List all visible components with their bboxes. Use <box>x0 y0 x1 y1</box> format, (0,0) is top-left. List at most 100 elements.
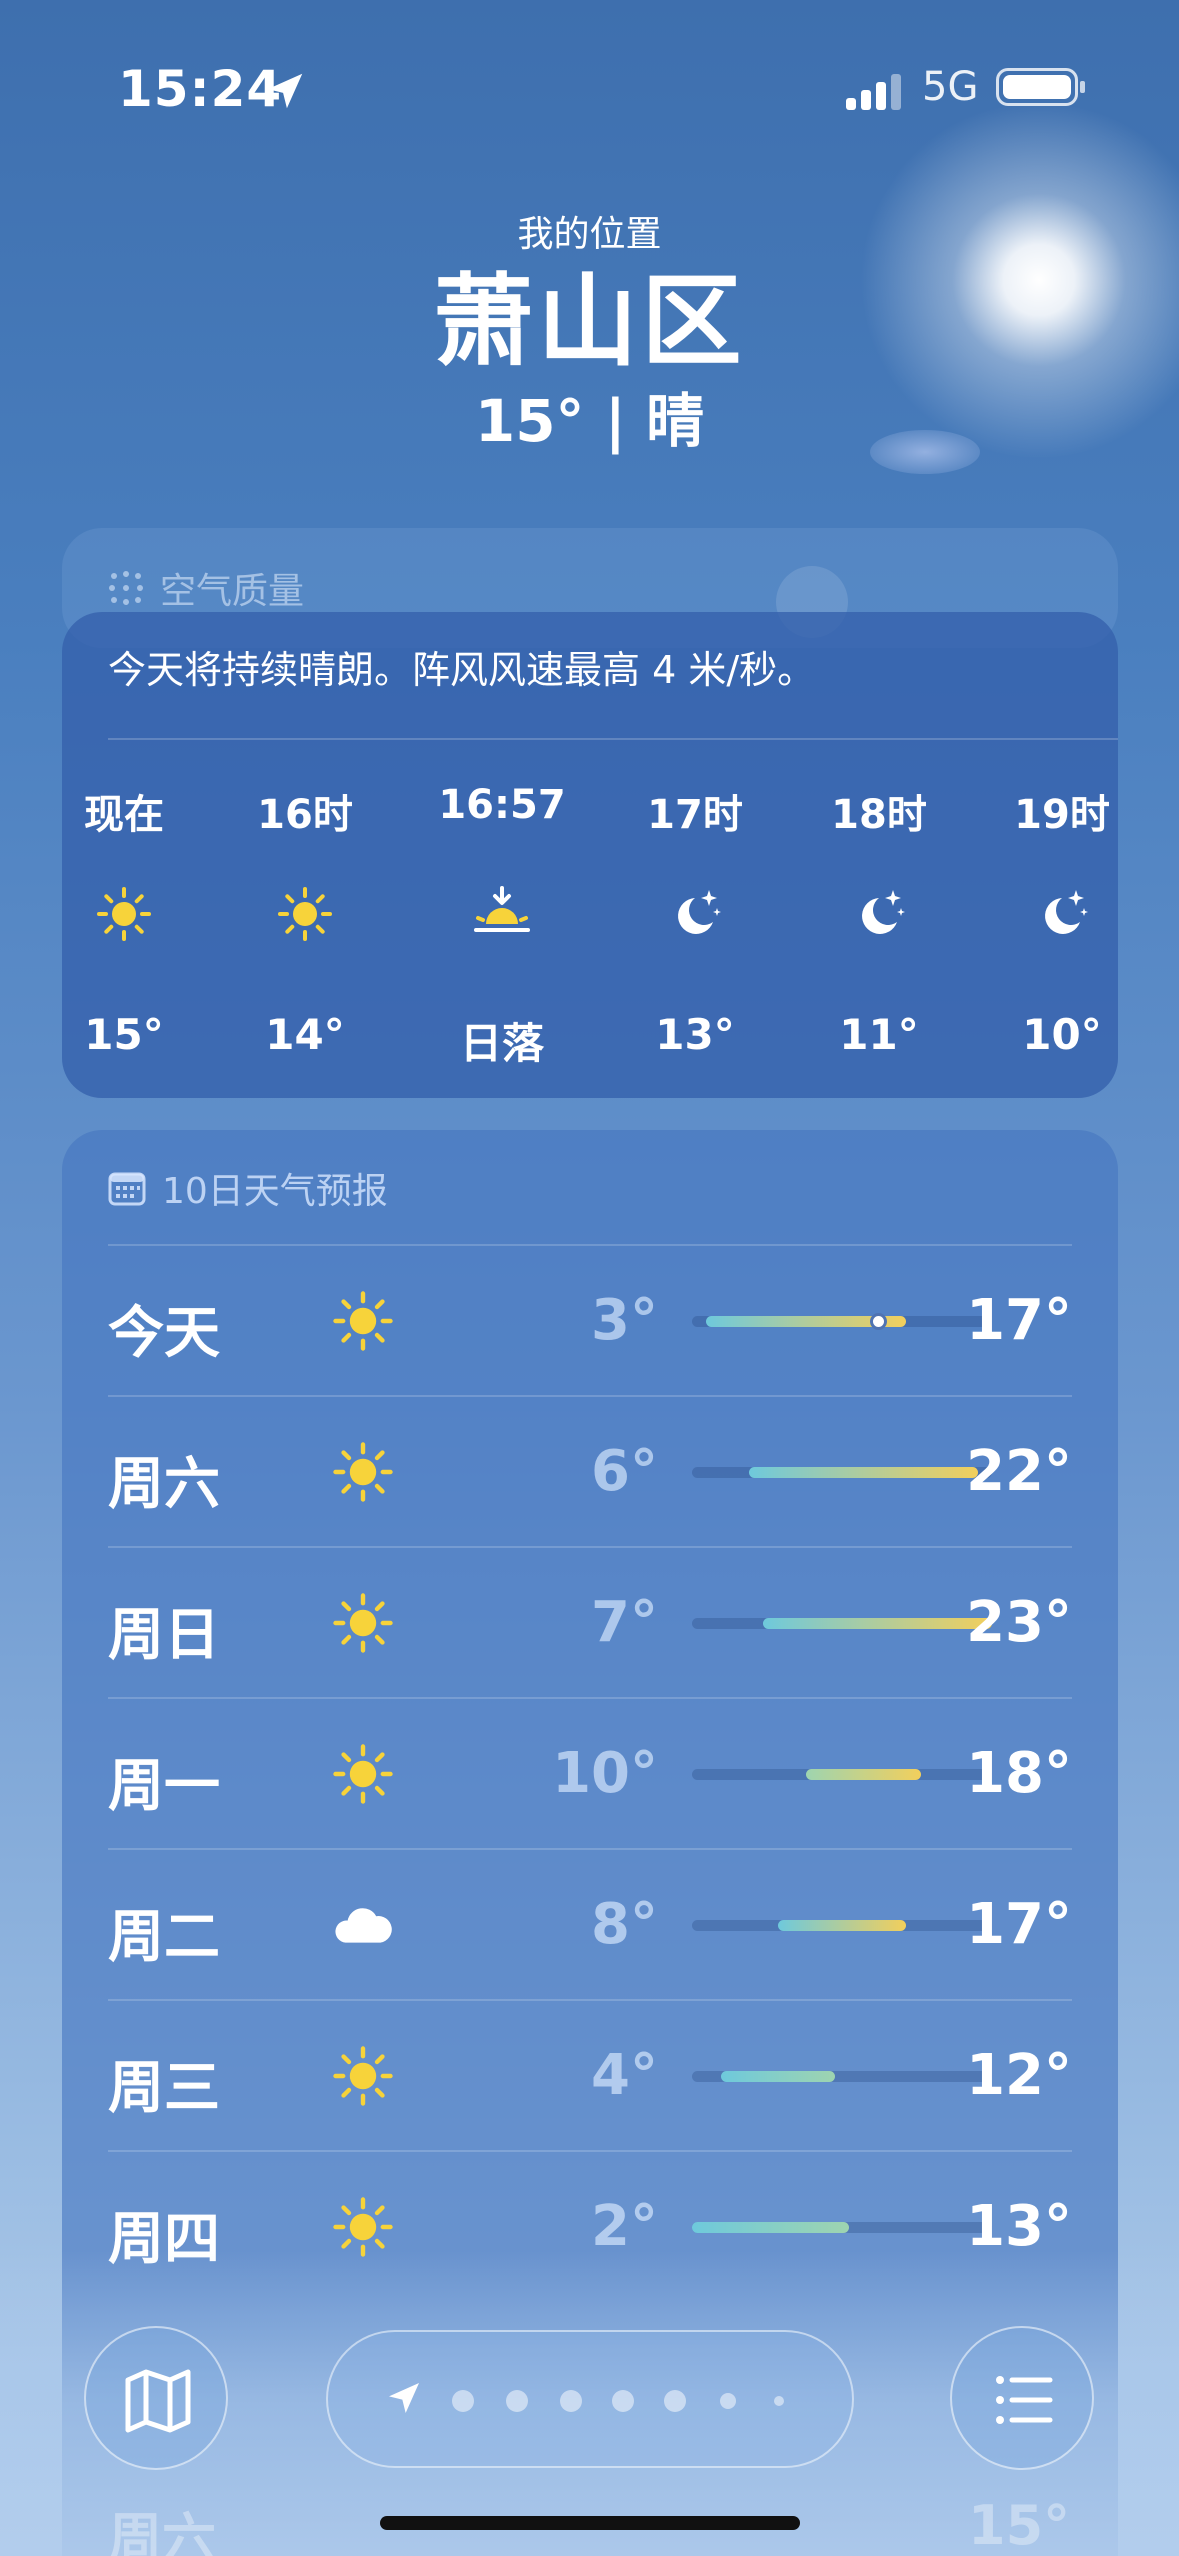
moon-stars-icon <box>678 890 721 934</box>
current-condition: 15° | 晴 <box>474 387 705 455</box>
day-row[interactable]: 周日 7° 23° <box>108 1546 1072 1699</box>
day-low: 6° <box>591 1439 658 1504</box>
hour-temp: 14° <box>265 1010 345 1059</box>
day-high: 18° <box>966 1741 1072 1806</box>
hour-item: 16时 14° <box>215 752 395 1098</box>
weather-screen: 15:24 5G 我的位置 萧山区 15° | 晴 空气质量 今天将持续晴朗。阵… <box>0 0 1179 2556</box>
page-dot <box>612 2390 634 2412</box>
page-dot <box>720 2393 736 2409</box>
page-dot <box>774 2396 784 2406</box>
temp-range-bar <box>749 1467 978 1478</box>
hour-label: 17时 <box>647 792 743 838</box>
sun-icon <box>333 1291 393 1351</box>
day-high: 17° <box>966 1892 1072 1957</box>
cloud-icon <box>335 1908 392 1943</box>
cellular-signal-icon <box>846 74 901 110</box>
day-row[interactable]: 周二 8° 17° <box>108 1848 1072 2001</box>
battery-icon <box>996 68 1085 106</box>
forecast-summary: 今天将持续晴朗。阵风风速最高 4 米/秒。 <box>108 648 816 692</box>
day-low: 8° <box>591 1892 658 1957</box>
page-dot <box>560 2390 582 2412</box>
hour-item: 18时 11° <box>789 752 969 1098</box>
day-name: 周二 <box>108 1905 220 1970</box>
hour-item: 16:57 日落 <box>412 752 592 1098</box>
page-dot <box>452 2390 474 2412</box>
location-header: 我的位置 萧山区 15° | 晴 <box>0 210 1179 458</box>
current-temp-marker <box>869 1313 887 1330</box>
moon-stars-icon <box>862 890 905 934</box>
day-low: 3° <box>591 1288 658 1353</box>
calendar-icon <box>108 1172 146 1206</box>
sun-icon <box>333 1442 393 1502</box>
day-low: 4° <box>591 2043 658 2108</box>
temp-range-track <box>692 1618 992 1629</box>
map-button[interactable] <box>84 2326 228 2470</box>
day-row[interactable]: 周一 10° 18° <box>108 1697 1072 1850</box>
hourly-list[interactable]: 现在 15° 16时 14° 16:57 日落 17时 13° 18时 11° 19时 10° <box>62 752 1118 1098</box>
location-arrow-icon <box>267 73 303 109</box>
day-high: 22° <box>966 1439 1072 1504</box>
page-dot <box>506 2390 528 2412</box>
partial-day-high: 15° <box>968 2494 1071 2556</box>
status-bar: 15:24 5G <box>0 60 1179 120</box>
city-name: 萧山区 <box>433 263 746 380</box>
day-name: 周日 <box>108 1603 220 1668</box>
city-list-button[interactable] <box>950 2326 1094 2470</box>
hour-item: 17时 13° <box>605 752 785 1098</box>
current-location-icon <box>389 2383 419 2413</box>
hour-temp: 日落 <box>459 1019 544 1068</box>
temp-range-bar <box>692 2222 850 2233</box>
temp-range-track <box>692 2071 992 2082</box>
day-row[interactable]: 周六 6° 22° <box>108 1395 1072 1548</box>
air-quality-title: 空气质量 <box>160 571 305 612</box>
day-high: 23° <box>966 1590 1072 1655</box>
hourly-forecast-card[interactable]: 今天将持续晴朗。阵风风速最高 4 米/秒。 现在 15° 16时 14° 16:57 日落… <box>62 612 1118 1098</box>
day-high: 12° <box>966 2043 1072 2108</box>
day-low: 7° <box>591 1590 658 1655</box>
sun-icon <box>97 887 151 941</box>
sunset-icon <box>474 886 530 932</box>
my-location-label: 我的位置 <box>517 214 662 255</box>
divider <box>108 738 1118 740</box>
day-name: 周三 <box>108 2056 220 2121</box>
map-icon <box>125 2369 191 2433</box>
home-indicator[interactable] <box>380 2516 800 2530</box>
status-time: 15:24 <box>118 60 283 118</box>
temp-range-track <box>692 1467 992 1478</box>
hour-temp: 10° <box>1022 1010 1102 1059</box>
location-page-indicator[interactable] <box>326 2330 854 2468</box>
sun-icon <box>333 1744 393 1804</box>
hour-item: 19时 10° <box>972 752 1118 1098</box>
sun-icon <box>333 1593 393 1653</box>
day-row[interactable]: 今天 3° 17° <box>108 1244 1072 1397</box>
ten-day-title: 10日天气预报 <box>162 1171 388 1212</box>
temp-range-bar <box>777 1920 907 1931</box>
hour-temp: 13° <box>655 1010 735 1059</box>
day-high: 17° <box>966 1288 1072 1353</box>
temp-range-track <box>692 2222 992 2233</box>
partial-day-label: 周六 <box>108 2507 216 2556</box>
air-quality-icon <box>109 571 143 605</box>
temp-range-bar <box>763 1618 992 1629</box>
temp-range-track <box>692 1769 992 1780</box>
sun-icon <box>278 887 332 941</box>
hour-label: 现在 <box>84 792 164 838</box>
hour-temp: 11° <box>839 1010 919 1059</box>
list-icon <box>996 2376 1053 2424</box>
hour-label: 19时 <box>1014 792 1110 838</box>
hour-temp: 15° <box>84 1010 164 1059</box>
temp-range-track <box>692 1920 992 1931</box>
hour-item: 现在 15° <box>62 752 214 1098</box>
sun-icon <box>333 2046 393 2106</box>
moon-stars-icon <box>1045 890 1088 934</box>
hour-label: 16:57 <box>438 782 566 828</box>
hour-label: 16时 <box>257 792 353 838</box>
temp-range-track <box>692 1313 992 1330</box>
temp-range-bar <box>806 1769 921 1780</box>
network-type: 5G <box>922 64 979 110</box>
day-row[interactable]: 周三 4° 12° <box>108 1999 1072 2152</box>
page-dot <box>664 2390 686 2412</box>
day-low: 10° <box>552 1741 658 1806</box>
temp-range-bar <box>720 2071 835 2082</box>
day-name: 今天 <box>108 1301 220 1366</box>
